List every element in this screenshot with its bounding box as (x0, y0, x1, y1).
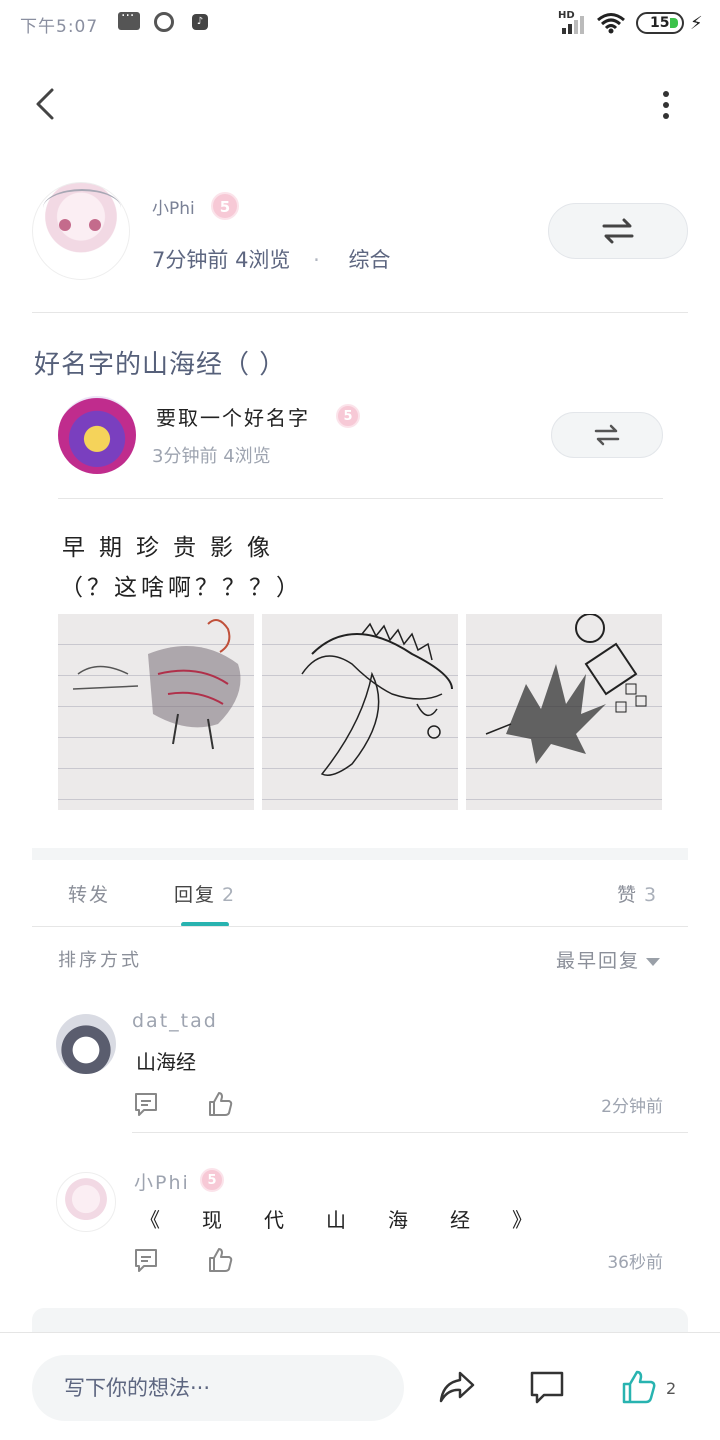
sort-dropdown[interactable]: 最早回复 (556, 946, 661, 973)
quoted-post-views: 4浏览 (223, 446, 271, 467)
message-notification-icon (118, 8, 140, 30)
reply-comment-icon[interactable] (132, 1090, 160, 1118)
tab-replies[interactable]: 回复 2 (174, 880, 236, 907)
more-dot-icon (663, 113, 669, 119)
quote-divider (58, 498, 663, 499)
reply-comment-icon[interactable] (132, 1246, 160, 1274)
comment-avatar[interactable] (56, 1172, 116, 1232)
section-separator (32, 848, 688, 860)
tab-label: 转发 (68, 884, 111, 906)
comment-input[interactable]: 写下你的想法··· (32, 1355, 404, 1421)
comment-text-char: 山 (326, 1208, 346, 1232)
status-time: 下午5:07 (20, 17, 99, 37)
tab-label: 回复 (174, 884, 217, 906)
signal-icon (562, 16, 584, 34)
sketch-drawing (301, 622, 453, 776)
comment-text: 山海经 (136, 1050, 196, 1074)
more-dot-icon (663, 102, 669, 108)
comment-icon[interactable] (528, 1369, 566, 1405)
sort-selected-value: 最早回复 (556, 950, 641, 972)
battery-indicator: 15 (636, 12, 684, 34)
quoted-author-level-badge: 5 (336, 404, 360, 428)
like-thumb-icon[interactable] (206, 1090, 234, 1118)
sort-label: 排序方式 (58, 950, 142, 971)
sketch-drawing (485, 614, 647, 764)
quoted-post-meta: 3分钟前 4浏览 (152, 442, 271, 468)
like-thumb-icon[interactable] (620, 1369, 658, 1405)
comment-text-char: 《 (140, 1208, 160, 1232)
post-views: 4浏览 (235, 248, 291, 272)
comment-text: 《 现 代 山 海 经 》 (140, 1204, 532, 1233)
author-avatar[interactable] (32, 182, 130, 280)
swap-arrows-icon (594, 424, 620, 446)
share-icon[interactable] (438, 1369, 476, 1405)
post-body-line: 早期珍贵影像 (62, 535, 284, 561)
status-bar: 下午5:07 ♪ HD 15 ⚡ (0, 0, 720, 48)
tabs-divider (32, 926, 688, 927)
quoted-author-name[interactable]: 要取一个好名字 (156, 402, 310, 431)
comment-text-char: 经 (450, 1208, 470, 1232)
like-thumb-icon[interactable] (206, 1246, 234, 1274)
back-button[interactable] (28, 84, 68, 124)
comment-author-level-badge: 5 (200, 1168, 224, 1192)
wifi-icon (597, 13, 625, 34)
quoted-author-avatar[interactable] (58, 396, 136, 474)
comment-divider (132, 1132, 688, 1133)
post-title: 好名字的山海经（ ） (34, 350, 287, 380)
header-divider (32, 312, 688, 313)
comment-author-name[interactable]: dat_tad (132, 1010, 218, 1032)
post-image[interactable] (466, 614, 662, 810)
tab-reposts[interactable]: 转发 (68, 880, 110, 907)
app-notification-icon (154, 12, 174, 32)
tab-label: 赞 (617, 884, 639, 906)
author-level-badge: 5 (211, 192, 239, 220)
post-image[interactable] (58, 614, 254, 810)
swap-arrows-icon (602, 218, 634, 244)
quoted-post-time: 3分钟前 (152, 446, 218, 467)
post-body-line: （？这啥啊？？？） (60, 575, 303, 601)
quoted-repost-button[interactable] (551, 412, 663, 458)
like-count: 2 (666, 1379, 677, 1398)
more-options-button[interactable] (652, 88, 680, 120)
comment-time: 36秒前 (607, 1253, 663, 1273)
battery-level: 15 (650, 15, 670, 31)
post-time: 7分钟前 (152, 248, 229, 272)
tab-likes[interactable]: 赞3 (617, 880, 658, 907)
comment-text-char: 海 (388, 1208, 408, 1232)
author-meta: 7分钟前 4浏览 · 综合 (152, 244, 391, 274)
chevron-left-icon (36, 88, 54, 120)
post-category[interactable]: 综合 (349, 248, 391, 272)
bottom-action-bar: 写下你的想法··· 2 (0, 1332, 720, 1440)
more-dot-icon (663, 91, 669, 97)
comment-text-char: 现 (202, 1208, 222, 1232)
comment-author-name[interactable]: 小Phi (134, 1168, 190, 1195)
comment-text-char: 》 (512, 1208, 532, 1232)
meta-separator: · (313, 248, 320, 272)
sketch-drawing (72, 619, 241, 750)
charging-icon: ⚡ (690, 13, 703, 34)
comment-time: 2分钟前 (601, 1097, 663, 1117)
repost-toggle-button[interactable] (548, 203, 688, 259)
tab-count: 2 (222, 884, 237, 906)
tab-count: 3 (644, 884, 659, 906)
comment-avatar[interactable] (56, 1014, 116, 1074)
post-image[interactable] (262, 614, 458, 810)
tiktok-icon: ♪ (192, 14, 208, 30)
author-name[interactable]: 小Phi (152, 194, 195, 219)
comment-text-char: 代 (264, 1208, 284, 1232)
caret-down-icon (646, 957, 661, 966)
